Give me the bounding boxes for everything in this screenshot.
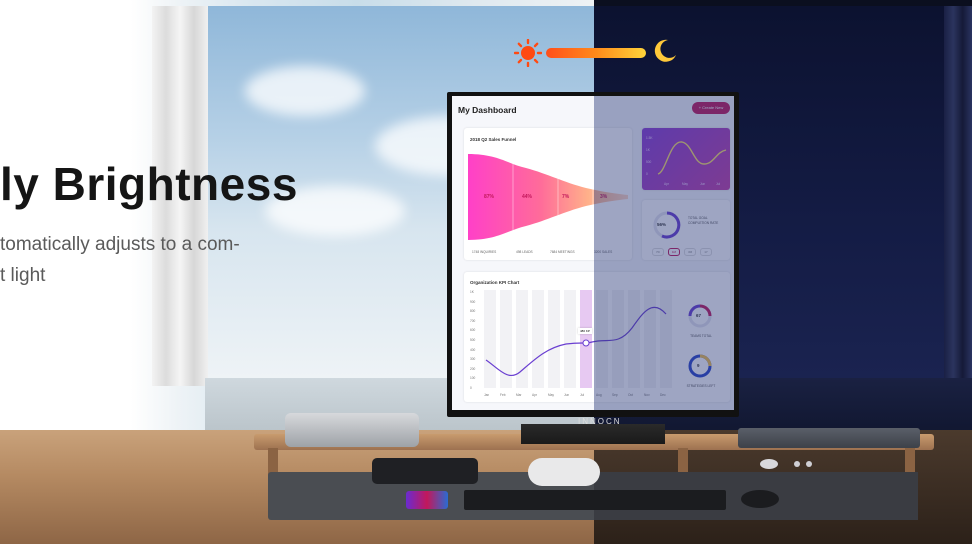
funnel-label: 498 LEADS — [516, 250, 533, 254]
kpi-y-tick: 700 — [470, 318, 476, 323]
goal-percent: 56% — [657, 222, 667, 227]
game-controller — [528, 458, 600, 486]
range-pill[interactable]: 1Y — [700, 248, 712, 256]
teams-value: 67 — [696, 313, 702, 318]
keyboard — [464, 490, 726, 510]
mini-pc — [285, 413, 419, 447]
funnel-label: 7684 MEETINGS — [550, 250, 575, 254]
kpi-month-label: Jun — [564, 393, 570, 397]
month-label: Apr — [664, 182, 669, 186]
funnel-pct: 7% — [562, 194, 570, 200]
funnel-pct: 3% — [600, 194, 608, 200]
strategies-value: 9 — [697, 363, 700, 368]
kpi-month-label: Mar — [516, 393, 522, 397]
create-new-button[interactable]: + Create New — [692, 102, 730, 114]
goal-label: TOTAL GOAL COMPLETION RATE — [688, 216, 719, 225]
kpi-month-label: Dec — [660, 393, 666, 397]
funnel-pct: 44% — [522, 194, 533, 200]
smartphone — [406, 491, 448, 509]
kpi-month-label: Sep — [612, 393, 618, 397]
kpi-month-label: Nov — [644, 393, 650, 397]
kpi-month-label: Aug — [596, 393, 602, 397]
laptop — [738, 428, 920, 448]
subtext-line: t light — [0, 265, 46, 286]
monitor-stand — [521, 424, 665, 444]
goal-card: 56% TOTAL GOAL COMPLETION RATE 7D 1M 3M … — [642, 200, 730, 260]
range-pill[interactable]: 3M — [684, 248, 697, 256]
kpi-title: Organization KPI Chart — [470, 280, 520, 285]
funnel-pct: 87% — [484, 194, 495, 200]
mouse — [741, 490, 779, 508]
kpi-y-tick: 600 — [470, 328, 476, 333]
kpi-y-tick: 900 — [470, 299, 476, 304]
headline: ly Brightness — [0, 158, 298, 210]
moon-icon — [654, 39, 676, 62]
kpi-tooltip: 480 KP — [578, 328, 592, 334]
kpi-month-label: Oct — [628, 393, 633, 397]
range-pill-active[interactable]: 1M — [667, 248, 681, 256]
kpi-y-tick: 0 — [470, 386, 472, 390]
tick-label: 0 — [646, 172, 648, 176]
tick-label: 1K — [646, 148, 650, 152]
subtext: tomatically adjusts to a com- t light — [0, 229, 240, 291]
sun-icon — [514, 39, 542, 67]
kpi-month-label: Apr — [532, 393, 537, 397]
usb-hub — [372, 458, 478, 484]
funnel-label: 1748 INQUIRIES — [472, 250, 497, 254]
kpi-month-label: Jul — [580, 393, 585, 397]
month-label: Jun — [700, 182, 706, 186]
monitor-brand: INNOCN — [578, 417, 622, 426]
tick-label: 500 — [646, 160, 652, 164]
funnel-card: 2018 Q2 Sales Funnel 87% 44% 7% 3% 1748 … — [464, 128, 632, 260]
tick-label: 1.5K — [646, 136, 653, 140]
teams-label: TEAMS TOTAL — [690, 334, 712, 338]
kpi-y-tick: 300 — [470, 357, 476, 362]
dashboard-screen: My Dashboard + Create New 2018 Q2 Sales … — [452, 96, 734, 410]
funnel-label: 3200 SALES — [594, 250, 613, 254]
kpi-y-tick: 200 — [470, 366, 476, 371]
month-label: May — [682, 182, 689, 186]
month-label: Jul — [716, 182, 721, 186]
kpi-card: Organization KPI Chart 1K 900 800 700 600 500… — [464, 272, 730, 402]
dashboard-title: My Dashboard — [458, 105, 517, 115]
night-curtain — [944, 6, 972, 386]
earbuds — [760, 459, 812, 469]
kpi-month-label: May — [548, 393, 555, 397]
kpi-month-label: Feb — [500, 393, 506, 397]
subtext-line: tomatically adjusts to a com- — [0, 234, 240, 255]
strategies-donut — [688, 354, 712, 378]
brightness-gradient-bar — [546, 48, 646, 58]
kpi-y-tick: 100 — [470, 376, 476, 381]
range-pills: 7D 1M 3M 1Y — [652, 248, 712, 256]
kpi-line-chart — [484, 290, 672, 388]
funnel-title: 2018 Q2 Sales Funnel — [470, 137, 517, 142]
mini-chart-card: 1.5K 1K 500 0 Apr May Jun Jul — [642, 128, 730, 190]
range-pill[interactable]: 7D — [652, 248, 664, 256]
kpi-y-tick: 800 — [470, 309, 476, 314]
mini-line-chart — [657, 141, 727, 175]
kpi-y-tick: 500 — [470, 338, 476, 342]
strategies-label: STRATEGIES LEFT — [686, 384, 716, 388]
kpi-y-tick: 1K — [470, 290, 474, 294]
kpi-y-tick: 400 — [470, 347, 476, 352]
kpi-month-label: Jan — [484, 393, 490, 397]
